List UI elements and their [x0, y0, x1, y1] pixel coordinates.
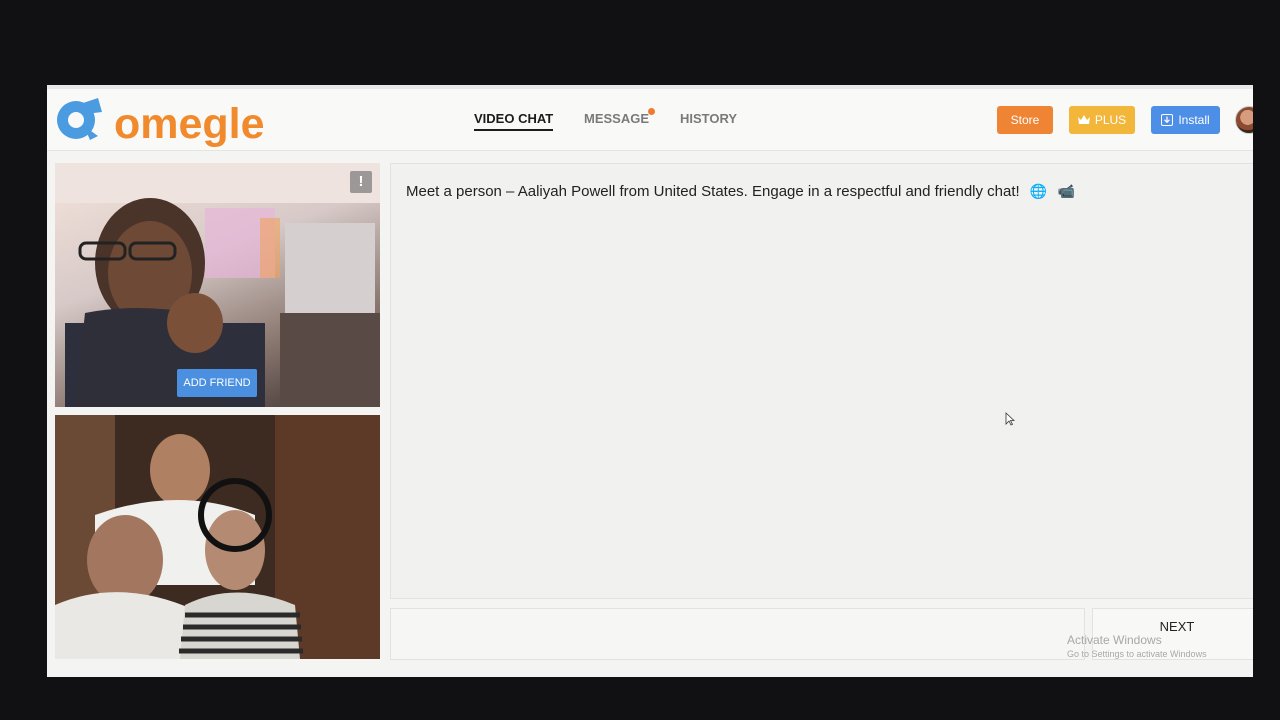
tab-message[interactable]: MESSAGE: [584, 108, 655, 126]
tab-message-label: MESSAGE: [584, 111, 650, 126]
system-message: Meet a person – Aaliyah Powell from Unit…: [406, 183, 1075, 200]
add-friend-button[interactable]: ADD FRIEND: [177, 369, 257, 397]
tab-history[interactable]: HISTORY: [680, 111, 737, 126]
install-button-label: Install: [1178, 113, 1210, 127]
system-message-text: Meet a person – Aaliyah Powell from Unit…: [406, 183, 1020, 200]
plus-button-label: PLUS: [1094, 113, 1127, 127]
globe-icon: 🌐: [1029, 183, 1048, 199]
next-button-label: NEXT: [1159, 619, 1195, 634]
next-button[interactable]: NEXT: [1092, 608, 1253, 660]
notification-dot: [648, 108, 655, 115]
install-button[interactable]: Install: [1151, 106, 1220, 134]
tab-video-chat[interactable]: VIDEO CHAT: [474, 111, 554, 131]
logo-wordmark: omegle: [114, 100, 265, 148]
local-video-frame: [55, 415, 380, 659]
video-camera-icon: 📹: [1057, 183, 1075, 199]
omegle-logo-icon: [57, 98, 102, 140]
remote-video: ! ADD FRIEND: [55, 163, 380, 407]
top-shade: [47, 85, 1253, 89]
crown-icon: [1077, 115, 1090, 124]
message-input[interactable]: [390, 608, 1085, 660]
app-window: omegle VIDEO CHAT MESSAGE HISTORY Store …: [47, 85, 1253, 677]
report-icon[interactable]: !: [350, 171, 372, 193]
chat-log: Meet a person – Aaliyah Powell from Unit…: [390, 163, 1253, 599]
store-button-label: Store: [1010, 113, 1040, 127]
mouse-cursor-icon: [1005, 412, 1015, 426]
store-button[interactable]: Store: [997, 106, 1053, 134]
omegle-logo[interactable]: omegle: [54, 96, 265, 146]
download-icon: [1161, 114, 1174, 126]
top-navigation-bar: omegle VIDEO CHAT MESSAGE HISTORY Store …: [47, 85, 1253, 151]
plus-button[interactable]: PLUS: [1069, 106, 1135, 134]
user-avatar[interactable]: [1235, 106, 1253, 134]
local-video: [55, 415, 380, 659]
add-friend-label: ADD FRIEND: [183, 377, 251, 389]
